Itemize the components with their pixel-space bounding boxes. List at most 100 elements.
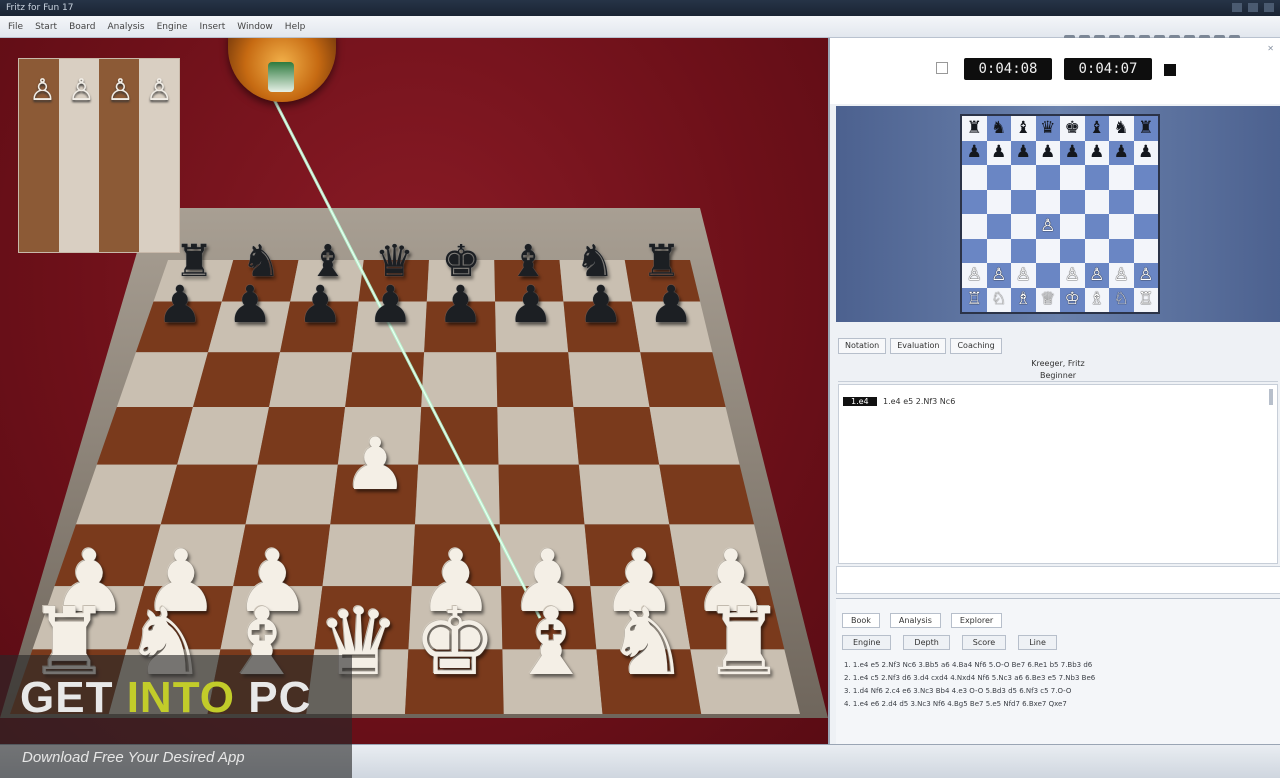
tab-notation[interactable]: Notation (838, 338, 887, 354)
board-square[interactable] (160, 464, 258, 525)
board-square[interactable]: ♕ (1035, 287, 1060, 312)
white-bishop-icon[interactable]: ♗ (1089, 291, 1104, 308)
black-knight-icon[interactable]: ♞ (1114, 119, 1129, 137)
white-rook-icon[interactable]: ♖ (967, 291, 982, 308)
board-square[interactable] (269, 352, 353, 407)
board-square[interactable] (649, 406, 740, 465)
white-queen-icon[interactable]: ♕ (1040, 291, 1055, 308)
black-pawn-icon[interactable]: ♟ (991, 144, 1006, 161)
board-square[interactable]: ♔ (1060, 287, 1085, 312)
tab-coaching[interactable]: Coaching (950, 338, 1002, 354)
maximize-icon[interactable] (1248, 3, 1258, 12)
board-square[interactable]: ♛ (1035, 116, 1060, 141)
white-knight-icon[interactable]: ♘ (991, 291, 1006, 308)
board-square[interactable]: ♟ (1133, 140, 1158, 165)
board-square[interactable] (1109, 214, 1134, 239)
col-engine[interactable]: Engine (842, 635, 892, 650)
board-3d-view[interactable]: ♙ ♙ ♙ ♙ ♜ ♞ ♝ ♛ ♚ ♝ ♞ ♜ ♟ ♟ ♟ ♟ ♟ ♟ ♟ ♟ ♟ ♟ ♟ ♟ ♟ ♟ ♟ ♟ ♜ ♞ ♝ ♛ ♚ ♝ ♞ ♜ (0, 38, 828, 744)
black-pawn-icon[interactable]: ♟ (1040, 144, 1055, 161)
menu-help[interactable]: Help (285, 22, 306, 32)
board-square[interactable]: ♜ (1133, 116, 1158, 141)
black-pawn-icon[interactable]: ♟ (1089, 144, 1104, 161)
board-square[interactable]: ♟ (1109, 140, 1134, 165)
black-rook-icon[interactable]: ♜ (1138, 119, 1153, 137)
black-pawn-icon[interactable]: ♟ (505, 280, 556, 331)
black-knight-icon[interactable]: ♞ (991, 119, 1006, 137)
board-square[interactable] (177, 406, 270, 465)
tab-book[interactable]: Book (842, 613, 880, 628)
white-pawn-icon[interactable]: ♙ (1016, 266, 1031, 284)
board-square[interactable] (496, 352, 574, 407)
board-square[interactable] (578, 464, 670, 525)
board-square[interactable] (345, 352, 425, 407)
board-square[interactable] (1084, 165, 1109, 190)
analysis-line[interactable]: 4. 1.e4 e6 2.d4 d5 3.Nc3 Nf6 4.Bg5 Be7 5… (844, 698, 1264, 711)
board-square[interactable]: ♟ (1060, 140, 1085, 165)
board-square[interactable] (986, 165, 1011, 190)
analysis-line[interactable]: 3. 1.d4 Nf6 2.c4 e6 3.Nc3 Bb4 4.e3 O-O 5… (844, 685, 1264, 698)
white-pawn-icon[interactable]: ♙ (1089, 266, 1104, 284)
board-square[interactable]: ♝ (1011, 116, 1036, 141)
board-square[interactable]: ♙ (1133, 263, 1158, 288)
panel-close-icon[interactable]: ✕ (1267, 44, 1274, 53)
board-square[interactable] (257, 406, 346, 465)
white-pawn-icon[interactable]: ♙ (1040, 217, 1055, 235)
black-bishop-icon[interactable]: ♝ (1016, 119, 1031, 137)
board-square[interactable]: ♜ (962, 116, 987, 141)
board-square[interactable] (962, 165, 987, 190)
board-square[interactable] (986, 214, 1011, 239)
board-square[interactable]: ♟ (962, 140, 987, 165)
black-king-icon[interactable]: ♚ (1065, 119, 1080, 137)
white-bishop-icon[interactable]: ♝ (505, 596, 598, 689)
analysis-line[interactable]: 1. 1.e4 e5 2.Nf3 Nc6 3.Bb5 a6 4.Ba4 Nf6 … (844, 659, 1264, 672)
board-square[interactable] (245, 464, 338, 525)
black-pawn-icon[interactable]: ♟ (1114, 144, 1129, 161)
white-king-icon[interactable]: ♚ (408, 596, 501, 689)
comment-input[interactable] (836, 566, 1280, 594)
board-square[interactable] (1035, 263, 1060, 288)
board-square[interactable] (421, 352, 498, 407)
board-square[interactable] (192, 352, 281, 407)
board-square[interactable]: ♗ (1084, 287, 1109, 312)
white-pawn-icon[interactable]: ♟ (339, 428, 411, 500)
board-square[interactable] (1133, 189, 1158, 214)
board-square[interactable] (1109, 189, 1134, 214)
board-square[interactable] (1109, 165, 1134, 190)
white-pawn-icon[interactable]: ♙ (1138, 266, 1153, 284)
board-square[interactable]: ♘ (1109, 287, 1134, 312)
board-square[interactable] (1133, 238, 1158, 263)
board-square[interactable]: ♙ (1011, 263, 1036, 288)
black-pawn-icon[interactable]: ♟ (646, 280, 697, 331)
board-square[interactable] (962, 238, 987, 263)
black-pawn-icon[interactable]: ♟ (575, 280, 626, 331)
black-pawn-icon[interactable]: ♟ (435, 280, 486, 331)
board-square[interactable]: ♙ (1084, 263, 1109, 288)
board-square[interactable]: ♚ (1060, 116, 1085, 141)
black-pawn-icon[interactable]: ♟ (154, 280, 205, 331)
board-square[interactable] (1133, 165, 1158, 190)
white-pawn-icon[interactable]: ♙ (967, 266, 982, 284)
black-rook-icon[interactable]: ♜ (967, 119, 982, 137)
board-square[interactable] (1133, 214, 1158, 239)
black-pawn-icon[interactable]: ♟ (967, 144, 982, 161)
board-square[interactable] (1035, 189, 1060, 214)
board-square[interactable]: ♙ (1035, 214, 1060, 239)
black-pawn-icon[interactable]: ♟ (295, 280, 346, 331)
col-depth[interactable]: Depth (903, 635, 950, 650)
menu-window[interactable]: Window (237, 22, 273, 32)
board-square[interactable]: ♟ (1011, 140, 1036, 165)
board-square[interactable] (1084, 189, 1109, 214)
board-square[interactable] (659, 464, 755, 525)
menu-start[interactable]: Start (35, 22, 57, 32)
current-move[interactable]: 1.e4 (843, 397, 877, 406)
board-square[interactable]: ♖ (1133, 287, 1158, 312)
black-queen-icon[interactable]: ♛ (1040, 119, 1055, 137)
board-square[interactable] (1060, 238, 1085, 263)
notation-pane[interactable]: 1.e4 1.e4 e5 2.Nf3 Nc6 (838, 384, 1278, 564)
board-square[interactable]: ♙ (1060, 263, 1085, 288)
white-rook-icon[interactable]: ♖ (1138, 291, 1153, 308)
board-square[interactable] (1084, 238, 1109, 263)
board-square[interactable] (1011, 214, 1036, 239)
move-list[interactable]: 1.e4 e5 2.Nf3 Nc6 (883, 397, 955, 406)
board-square[interactable] (986, 189, 1011, 214)
